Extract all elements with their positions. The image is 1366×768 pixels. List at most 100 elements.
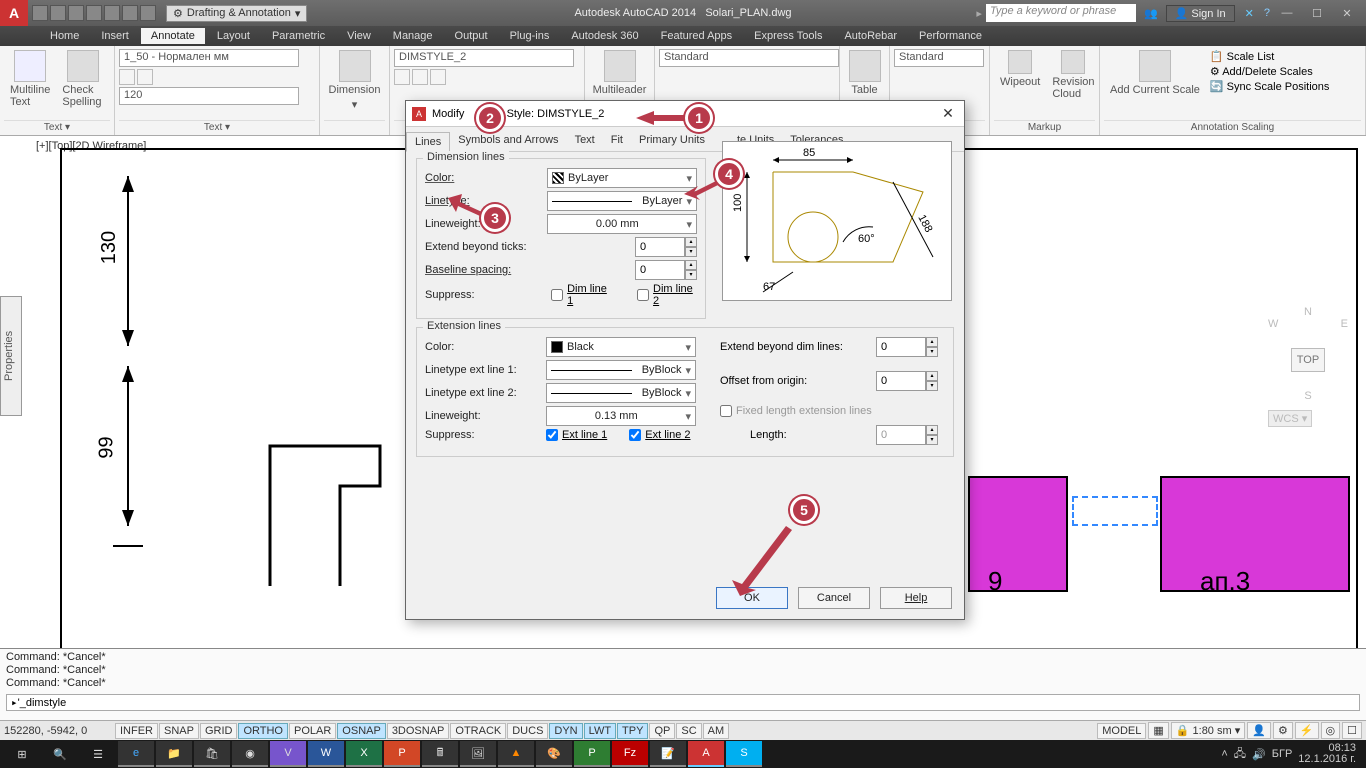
tab-express[interactable]: Express Tools: [744, 28, 832, 44]
tab-parametric[interactable]: Parametric: [262, 28, 335, 44]
tab-fit[interactable]: Fit: [603, 131, 631, 151]
suppress-dimline1-checkbox[interactable]: Dim line 1: [551, 283, 611, 307]
clean-screen-icon[interactable]: ☐: [1342, 722, 1362, 739]
toggle-3dosnap[interactable]: 3DOSNAP: [387, 723, 450, 739]
ext-beyond-spinner[interactable]: 0: [876, 337, 926, 357]
extline1-linetype-dropdown[interactable]: ByBlock▾: [546, 360, 696, 380]
qat-redo-icon[interactable]: [104, 5, 120, 21]
dimension-button[interactable]: Dimension ▾: [324, 48, 385, 113]
wipeout-button[interactable]: Wipeout: [994, 48, 1046, 102]
suppress-extline2-checkbox[interactable]: Ext line 2: [629, 429, 690, 441]
task-view-icon[interactable]: ☰: [80, 741, 116, 767]
toggle-otrack[interactable]: OTRACK: [450, 723, 506, 739]
spinner-buttons[interactable]: ▴▾: [926, 337, 938, 357]
signin-button[interactable]: 👤 Sign In: [1166, 5, 1235, 22]
leader-style-dropdown[interactable]: Standard: [659, 49, 839, 67]
chrome-icon[interactable]: ◉: [232, 741, 268, 767]
powerpoint-icon[interactable]: P: [384, 741, 420, 767]
find-icon[interactable]: [119, 69, 135, 85]
tab-symbols[interactable]: Symbols and Arrows: [450, 131, 566, 151]
skype-icon[interactable]: S: [726, 741, 762, 767]
annotation-scale-dropdown[interactable]: 🔒 1:80 sm ▾: [1171, 722, 1245, 739]
dim-tool2-icon[interactable]: [412, 69, 428, 85]
start-button[interactable]: ⊞: [4, 741, 40, 767]
isolate-objects-icon[interactable]: ◎: [1321, 722, 1341, 739]
multileader-button[interactable]: Multileader: [589, 48, 650, 98]
text-height-icon[interactable]: [137, 69, 153, 85]
tab-autorebar[interactable]: AutoRebar: [834, 28, 907, 44]
calculator-icon[interactable]: 🖩: [422, 741, 458, 767]
exchange-icon[interactable]: ✕: [1239, 7, 1260, 20]
excel-icon[interactable]: X: [346, 741, 382, 767]
close-button[interactable]: ✕: [1334, 3, 1360, 23]
tab-plugins[interactable]: Plug-ins: [500, 28, 560, 44]
toggle-lwt[interactable]: LWT: [584, 723, 616, 739]
maximize-button[interactable]: ☐: [1304, 3, 1330, 23]
toggle-sc[interactable]: SC: [676, 723, 701, 739]
tab-lines[interactable]: Lines: [406, 132, 450, 152]
panel-text-title2[interactable]: Text ▾: [119, 120, 315, 133]
tab-output[interactable]: Output: [445, 28, 498, 44]
layout-quick-icon[interactable]: ▦: [1148, 722, 1168, 739]
qat-plot-icon[interactable]: [122, 5, 138, 21]
toggle-dyn[interactable]: DYN: [549, 723, 582, 739]
properties-palette-tab[interactable]: Properties: [0, 296, 22, 416]
sync-scales-button[interactable]: 🔄 Sync Scale Positions: [1210, 80, 1329, 93]
spinner-buttons[interactable]: ▴▾: [685, 237, 697, 257]
tab-layout[interactable]: Layout: [207, 28, 260, 44]
tab-performance[interactable]: Performance: [909, 28, 992, 44]
qat-open-icon[interactable]: [50, 5, 66, 21]
add-scale-button[interactable]: Add Current Scale: [1104, 48, 1206, 98]
check-spelling-button[interactable]: Check Spelling: [56, 48, 110, 110]
add-delete-scales-button[interactable]: ⚙ Add/Delete Scales: [1210, 65, 1329, 78]
toggle-tpy[interactable]: TPY: [617, 723, 648, 739]
help-button[interactable]: Help: [880, 587, 952, 609]
help-search-input[interactable]: Type a keyword or phrase: [986, 4, 1136, 22]
dim-tool3-icon[interactable]: [430, 69, 446, 85]
tab-a360[interactable]: Autodesk 360: [561, 28, 648, 44]
qat-save-icon[interactable]: [68, 5, 84, 21]
qat-undo-icon[interactable]: [86, 5, 102, 21]
toggle-grid[interactable]: GRID: [200, 723, 238, 739]
filezilla-icon[interactable]: Fz: [612, 741, 648, 767]
minimize-button[interactable]: —: [1274, 3, 1300, 23]
scale-list-button[interactable]: 📋 Scale List: [1210, 50, 1329, 63]
autocad-icon[interactable]: A: [688, 741, 724, 767]
extline-lineweight-dropdown[interactable]: 0.13 mm▾: [546, 406, 696, 426]
workspace-dropdown[interactable]: ⚙ Drafting & Annotation ▾: [166, 5, 307, 22]
extline2-linetype-dropdown[interactable]: ByBlock▾: [546, 383, 696, 403]
spinner-buttons[interactable]: ▴▾: [926, 371, 938, 391]
tray-expand-icon[interactable]: ˄: [1221, 748, 1227, 760]
toggle-polar[interactable]: POLAR: [289, 723, 336, 739]
command-input[interactable]: ▸ '_dimstyle: [6, 694, 1360, 711]
toggle-ortho[interactable]: ORTHO: [238, 723, 288, 739]
vlc-icon[interactable]: ▲: [498, 741, 534, 767]
extend-ticks-spinner[interactable]: 0: [635, 237, 685, 257]
language-indicator[interactable]: БГР: [1272, 748, 1293, 760]
qat-more-icon[interactable]: [140, 5, 156, 21]
word-icon[interactable]: W: [308, 741, 344, 767]
multiline-text-button[interactable]: Multiline Text: [4, 48, 56, 110]
tab-view[interactable]: View: [337, 28, 381, 44]
model-space-button[interactable]: MODEL: [1097, 723, 1146, 739]
offset-spinner[interactable]: 0: [876, 371, 926, 391]
photos-icon[interactable]: 🖼: [460, 741, 496, 767]
toggle-snap[interactable]: SNAP: [159, 723, 199, 739]
tab-primary[interactable]: Primary Units: [631, 131, 713, 151]
paint-icon[interactable]: 🎨: [536, 741, 572, 767]
edge-icon[interactable]: e: [118, 741, 154, 767]
workspace-switching-icon[interactable]: ⚙: [1273, 722, 1293, 739]
toggle-qp[interactable]: QP: [649, 723, 675, 739]
tab-manage[interactable]: Manage: [383, 28, 443, 44]
annotation-visibility-icon[interactable]: 👤: [1247, 722, 1271, 739]
app-menu-icon[interactable]: A: [0, 0, 28, 26]
hardware-accel-icon[interactable]: ⚡: [1295, 722, 1319, 739]
suppress-extline1-checkbox[interactable]: Ext line 1: [546, 429, 607, 441]
network-icon[interactable]: 🖧: [1234, 745, 1246, 764]
suppress-dimline2-checkbox[interactable]: Dim line 2: [637, 283, 697, 307]
panel-text-title[interactable]: Text ▾: [4, 120, 110, 133]
system-tray[interactable]: ˄ 🖧 🔊 БГР 08:1312.1.2016 г.: [1221, 743, 1362, 765]
toggle-infer[interactable]: INFER: [115, 723, 158, 739]
store-icon[interactable]: 🛍: [194, 741, 230, 767]
dimstyle-dropdown[interactable]: DIMSTYLE_2: [394, 49, 574, 67]
